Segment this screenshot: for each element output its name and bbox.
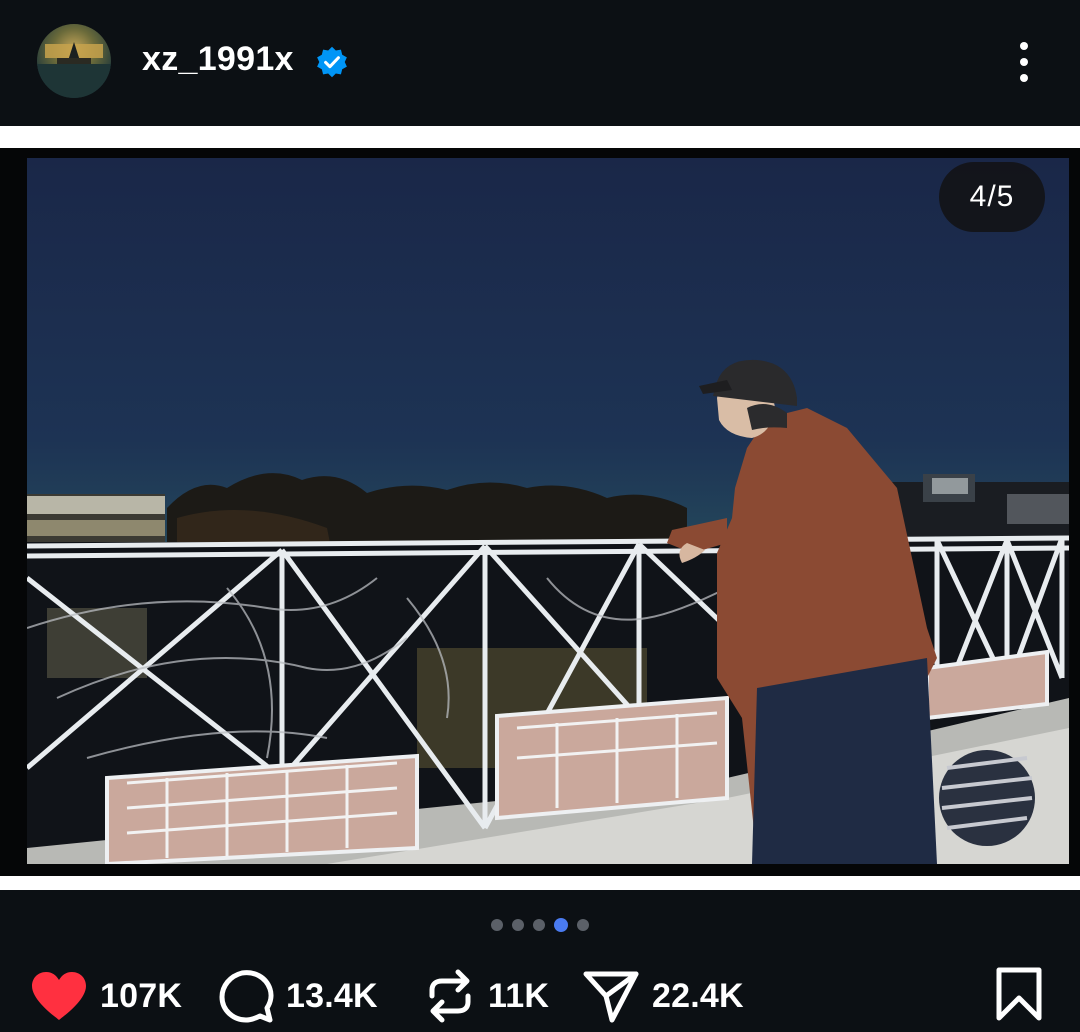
- carousel-dot-active[interactable]: [554, 918, 568, 932]
- action-bar: 107K 13.4K 11K 22.4K: [0, 960, 1080, 1032]
- repost-button[interactable]: 11K: [424, 960, 549, 1032]
- heart-icon: [32, 972, 86, 1020]
- repost-count: 11K: [488, 976, 550, 1015]
- comment-icon: [219, 970, 274, 1023]
- verified-badge-icon: [317, 46, 347, 78]
- post-photo[interactable]: [27, 158, 1069, 864]
- comment-button[interactable]: 13.4K: [218, 960, 378, 1032]
- more-vertical-icon[interactable]: [1004, 40, 1044, 84]
- carousel-dot[interactable]: [533, 919, 545, 931]
- username[interactable]: xz_1991x: [142, 40, 294, 79]
- bookmark-icon[interactable]: [994, 966, 1044, 1022]
- share-icon: [583, 971, 639, 1023]
- night-rooftop-photo: [27, 359, 1069, 864]
- comment-count: 13.4K: [286, 976, 378, 1015]
- avatar[interactable]: [37, 24, 111, 98]
- like-button[interactable]: 107K: [30, 960, 182, 1032]
- carousel-dot[interactable]: [512, 919, 524, 931]
- carousel-dot[interactable]: [491, 919, 503, 931]
- post-header: xz_1991x: [0, 0, 1080, 126]
- avatar-image: [37, 42, 111, 98]
- share-count: 22.4K: [652, 976, 744, 1015]
- like-count: 107K: [100, 976, 183, 1015]
- repost-icon: [429, 969, 471, 1023]
- carousel-indicator: [0, 918, 1080, 935]
- share-button[interactable]: 22.4K: [582, 960, 744, 1032]
- image-counter: 4/5: [939, 162, 1045, 232]
- carousel-dot[interactable]: [577, 919, 589, 931]
